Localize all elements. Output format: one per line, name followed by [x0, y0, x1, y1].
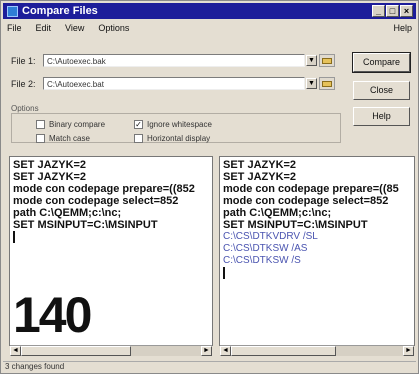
file2-dropdown-button[interactable]: ▼	[306, 78, 317, 89]
file1-dropdown-button[interactable]: ▼	[306, 55, 317, 66]
horizontal-display-option[interactable]: Horizontal display	[134, 134, 210, 143]
left-line: mode con codepage prepare=((852	[13, 183, 195, 195]
compare-files-window: Compare Files _ □ × File Edit View Optio…	[0, 0, 419, 374]
close-button[interactable]: Close	[353, 81, 410, 100]
match-case-option[interactable]: Match case	[36, 134, 90, 143]
left-line: mode con codepage select=852	[13, 195, 179, 207]
menu-file[interactable]: File	[5, 23, 24, 33]
right-scroll-right-arrow-icon[interactable]: ►	[403, 346, 414, 356]
left-line: SET MSINPUT=C:\MSINPUT	[13, 219, 158, 231]
right-file-pane[interactable]: SET JAZYK=2 SET JAZYK=2 mode con codepag…	[219, 156, 415, 346]
file2-input[interactable]: C:\Autoexec.bat	[43, 77, 305, 90]
menu-options[interactable]: Options	[96, 23, 131, 33]
right-added-line: C:\CS\DTKVDRV /SL	[223, 231, 318, 242]
left-scroll-right-arrow-icon[interactable]: ►	[201, 346, 212, 356]
left-scroll-left-arrow-icon[interactable]: ◄	[10, 346, 21, 356]
file2-label: File 2:	[11, 79, 36, 89]
compare-button[interactable]: Compare	[352, 52, 411, 73]
close-window-button[interactable]: ×	[400, 5, 413, 17]
file1-label: File 1:	[11, 56, 36, 66]
right-scroll-thumb[interactable]	[231, 346, 336, 356]
file1-browse-folder-icon[interactable]	[319, 54, 335, 67]
right-line: mode con codepage prepare=((85	[223, 183, 399, 195]
left-text-cursor	[13, 231, 195, 243]
page-number: 140	[13, 287, 92, 343]
left-line: SET JAZYK=2	[13, 159, 87, 171]
minimize-button[interactable]: _	[372, 5, 385, 17]
menu-bar: File Edit View Options Help	[5, 21, 414, 35]
horizontal-display-checkbox[interactable]	[134, 134, 143, 143]
left-file-lines: SET JAZYK=2 SET JAZYK=2 mode con codepag…	[13, 159, 195, 243]
right-line: mode con codepage select=852	[223, 195, 389, 207]
menu-edit[interactable]: Edit	[34, 23, 54, 33]
menu-view[interactable]: View	[63, 23, 86, 33]
right-text-cursor	[223, 267, 399, 279]
right-line: path C:\QEMM;c:\nc;	[223, 207, 332, 219]
ignore-whitespace-option[interactable]: ✓ Ignore whitespace	[134, 120, 212, 129]
horizontal-display-label: Horizontal display	[147, 134, 211, 143]
match-case-checkbox[interactable]	[36, 134, 45, 143]
binary-compare-option[interactable]: Binary compare	[36, 120, 105, 129]
binary-compare-checkbox[interactable]	[36, 120, 45, 129]
binary-compare-label: Binary compare	[49, 120, 106, 129]
app-icon	[7, 5, 18, 17]
ignore-whitespace-checkbox[interactable]: ✓	[134, 120, 143, 129]
right-line: SET JAZYK=2	[223, 171, 297, 183]
title-bar: Compare Files _ □ ×	[3, 3, 416, 19]
status-bar: 3 changes found	[3, 361, 416, 373]
maximize-button[interactable]: □	[386, 5, 399, 17]
ignore-whitespace-label: Ignore whitespace	[147, 120, 212, 129]
left-horizontal-scrollbar[interactable]: ◄ ►	[10, 345, 212, 356]
options-group-label: Options	[11, 104, 39, 113]
menu-help[interactable]: Help	[391, 23, 414, 33]
file2-browse-folder-icon[interactable]	[319, 77, 335, 90]
right-added-line: C:\CS\DTKSW /S	[223, 255, 301, 266]
window-title: Compare Files	[22, 5, 98, 17]
left-line: path C:\QEMM;c:\nc;	[13, 207, 122, 219]
right-horizontal-scrollbar[interactable]: ◄ ►	[220, 345, 414, 356]
match-case-label: Match case	[49, 134, 90, 143]
left-line: SET JAZYK=2	[13, 171, 87, 183]
right-line: SET JAZYK=2	[223, 159, 297, 171]
right-file-lines: SET JAZYK=2 SET JAZYK=2 mode con codepag…	[223, 159, 399, 279]
right-line: SET MSINPUT=C:\MSINPUT	[223, 219, 368, 231]
file1-input[interactable]: C:\Autoexec.bak	[43, 54, 305, 67]
right-scroll-left-arrow-icon[interactable]: ◄	[220, 346, 231, 356]
help-button[interactable]: Help	[353, 107, 410, 126]
left-scroll-thumb[interactable]	[21, 346, 131, 356]
right-added-line: C:\CS\DTKSW /AS	[223, 243, 308, 254]
